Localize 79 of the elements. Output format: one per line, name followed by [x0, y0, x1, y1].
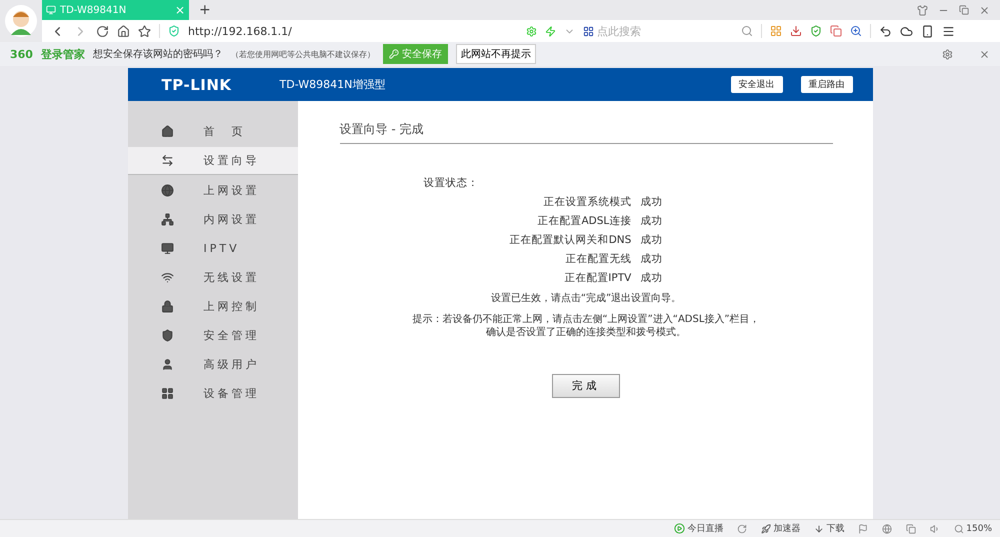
undo-icon[interactable]	[879, 24, 892, 38]
monitor-icon	[160, 242, 174, 255]
hint-text: 提示：若设备仍不能正常上网，请点击左侧“上网设置”进入“ADSL接入”栏目， 确认是否设置了正确的连接类型和拨号模式。	[412, 313, 760, 339]
key-icon	[388, 49, 399, 59]
download-icon[interactable]	[790, 25, 802, 37]
apps-icon[interactable]	[770, 25, 782, 37]
globe-icon	[160, 184, 174, 197]
cloud-icon[interactable]	[900, 24, 913, 38]
rocket-icon	[761, 524, 772, 534]
sidebar-item[interactable]: 内网设置	[128, 206, 298, 233]
status-result: 成功	[640, 271, 662, 285]
shield-icon	[160, 329, 174, 342]
sidebar-item[interactable]: IPTV	[128, 235, 298, 262]
grid-icon	[160, 387, 174, 400]
shield-icon	[168, 25, 180, 37]
accelerator-button[interactable]: 加速器	[761, 522, 800, 535]
download-button[interactable]: 下载	[814, 522, 844, 535]
sidebar-item[interactable]: 无线设置	[128, 264, 298, 291]
close-icon[interactable]	[979, 4, 990, 16]
lightning-icon[interactable]	[545, 26, 556, 36]
sidebar-item[interactable]: 上网设置	[128, 177, 298, 204]
lock-icon	[160, 300, 174, 313]
brand-name: 登录管家	[40, 46, 85, 62]
page-title: 设置向导 - 完成	[340, 121, 832, 144]
never-ask-button[interactable]: 此网站不再提示	[456, 44, 536, 64]
status-task: 正在配置默认网关和DNS	[510, 233, 632, 247]
star-icon[interactable]	[138, 24, 151, 38]
effect-note: 设置已生效，请点击“完成”退出设置向导。	[490, 292, 682, 305]
sidebar-item[interactable]: 首 页	[128, 118, 298, 145]
search-icon[interactable]	[741, 25, 753, 37]
status-result: 成功	[640, 252, 662, 266]
magnifier-icon	[954, 524, 964, 534]
header-button[interactable]: 重启路由	[800, 76, 852, 93]
restore-icon[interactable]	[959, 5, 969, 15]
brand-logo: TP-LINK	[162, 76, 233, 94]
network-icon	[160, 213, 174, 226]
status-result: 成功	[640, 233, 662, 247]
status-task: 正在配置ADSL连接	[538, 214, 632, 228]
sidebar-item[interactable]: 安全管理	[128, 322, 298, 349]
save-password-note: （若您使用网吧等公共电脑不建议保存）	[230, 48, 375, 60]
sidebar-item[interactable]: 上网控制	[128, 293, 298, 320]
finish-button[interactable]: 完成	[552, 374, 620, 398]
sidebar-item[interactable]: 高级用户	[128, 351, 298, 378]
header-button[interactable]: 安全退出	[730, 76, 782, 93]
sidebar-item[interactable]: 设备管理	[128, 380, 298, 407]
model-name: TD-W89841N增强型	[280, 77, 386, 92]
zoom-icon[interactable]	[850, 25, 862, 37]
live-button[interactable]: 今日直播	[674, 522, 724, 535]
avatar-icon[interactable]	[5, 5, 37, 37]
status-task: 正在配置IPTV	[564, 271, 632, 285]
new-tab-button[interactable]: +	[189, 0, 221, 20]
status-result: 成功	[640, 214, 662, 228]
phone-icon[interactable]	[921, 24, 934, 38]
home-icon	[160, 125, 174, 138]
volume-icon[interactable]	[930, 524, 940, 534]
shield-icon[interactable]	[810, 25, 822, 37]
user-icon	[160, 358, 174, 371]
save-password-question: 想安全保存该网站的密码吗？	[92, 48, 223, 61]
status-task: 正在设置系统模式	[543, 195, 632, 209]
page-icon	[46, 5, 56, 15]
window-icon[interactable]	[906, 524, 916, 534]
brand-logo: 360	[10, 48, 33, 60]
shirt-icon[interactable]	[917, 4, 928, 16]
play-icon	[674, 523, 686, 534]
arrows-icon	[160, 154, 174, 167]
flag-icon[interactable]	[858, 524, 868, 534]
url-field[interactable]: http://192.168.1.1/	[188, 24, 518, 38]
close-icon[interactable]	[979, 48, 990, 60]
status-label: 设置状态：	[424, 176, 479, 190]
status-task: 正在配置无线	[565, 252, 632, 266]
status-result: 成功	[640, 195, 662, 209]
download-icon	[814, 524, 824, 534]
gear-icon[interactable]	[526, 26, 537, 36]
home-icon[interactable]	[117, 24, 130, 38]
zoom-button[interactable]: 150%	[954, 524, 992, 534]
menu-icon[interactable]	[942, 24, 955, 38]
sidebar-item[interactable]: 设置向导	[128, 147, 298, 175]
reload-icon[interactable]	[96, 24, 109, 38]
settings-icon[interactable]	[942, 48, 953, 60]
